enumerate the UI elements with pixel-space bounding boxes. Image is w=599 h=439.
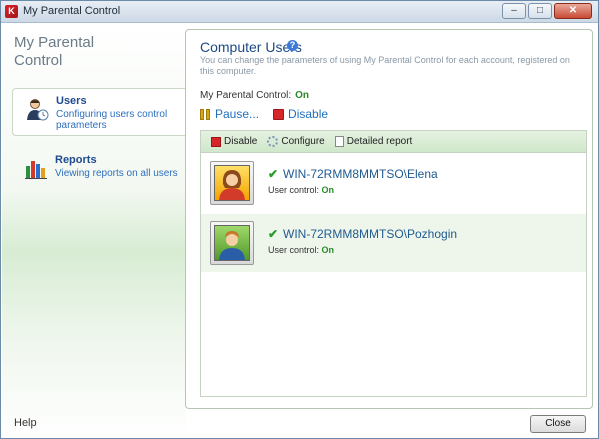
close-window-button[interactable]: ✕ — [554, 3, 592, 19]
user-name: WIN-72RMM8MMTSO\Pozhogin — [283, 227, 458, 241]
toolbar-disable-button[interactable]: Disable — [211, 136, 257, 147]
check-icon: ✔ — [268, 167, 279, 181]
status-value: On — [295, 90, 310, 101]
user-control-status: User control: On — [268, 245, 334, 255]
toolbar-disable-label: Disable — [224, 136, 258, 147]
sidebar: My Parental Control Users Configuring us… — [2, 24, 186, 438]
user-control-label: User control: — [268, 245, 320, 255]
pause-button[interactable]: Pause... — [200, 107, 259, 121]
user-row[interactable]: ✔ WIN-72RMM8MMTSO\Pozhogin User control:… — [201, 214, 586, 272]
sidebar-item-label: Reports — [55, 154, 97, 166]
toolbar-report-button[interactable]: Detailed report — [334, 136, 413, 147]
check-icon: ✔ — [268, 227, 279, 241]
help-link[interactable]: Help — [14, 417, 37, 429]
window-controls: – □ ✕ — [502, 3, 592, 19]
users-toolbar: Disable Configure Detailed report — [201, 131, 586, 153]
sidebar-item-description: Configuring users control parameters — [56, 109, 168, 131]
parental-control-status: My Parental Control: On — [200, 90, 309, 101]
disable-label: Disable — [288, 107, 329, 121]
female-avatar-icon — [214, 165, 250, 201]
avatar — [210, 221, 254, 265]
main-actions: Pause... Disable — [200, 107, 328, 121]
avatar — [210, 161, 254, 205]
info-icon[interactable]: ? — [287, 40, 298, 51]
users-list-panel: Disable Configure Detailed report ✔ WIN-… — [200, 130, 587, 397]
minimize-button[interactable]: – — [502, 3, 526, 19]
pause-label: Pause... — [215, 107, 260, 121]
users-icon — [27, 99, 49, 121]
app-window: K My Parental Control – □ ✕ My Parental … — [0, 0, 599, 439]
user-row[interactable]: ✔ WIN-72RMM8MMTSO\Elena User control: On — [201, 154, 586, 212]
document-icon — [334, 136, 344, 147]
user-control-label: User control: — [268, 185, 320, 195]
sidebar-item-label: Users — [56, 95, 87, 107]
user-control-status: User control: On — [268, 185, 334, 195]
main-content: Computer Users ? You can change the para… — [185, 29, 593, 409]
disable-button[interactable]: Disable — [273, 107, 328, 121]
sidebar-item-users[interactable]: Users Configuring users control paramete… — [12, 88, 186, 136]
app-logo-icon: K — [5, 5, 18, 18]
status-label: My Parental Control: — [200, 90, 292, 101]
close-button[interactable]: Close — [530, 415, 586, 433]
reports-chart-icon — [25, 161, 47, 179]
toolbar-configure-button[interactable]: Configure — [267, 136, 325, 147]
sidebar-title: My Parental Control — [14, 34, 95, 69]
page-description: You can change the parameters of using M… — [200, 55, 570, 76]
user-control-value: On — [321, 245, 335, 255]
close-button-label: Close — [545, 418, 571, 429]
user-name: WIN-72RMM8MMTSO\Elena — [283, 167, 438, 181]
stop-icon — [273, 108, 285, 120]
maximize-button[interactable]: □ — [528, 3, 552, 19]
sidebar-item-description: Viewing reports on all users — [55, 168, 178, 179]
gear-icon — [267, 136, 279, 147]
pause-icon — [200, 108, 211, 120]
window-title: My Parental Control — [23, 5, 121, 17]
toolbar-configure-label: Configure — [281, 136, 325, 147]
sidebar-item-reports[interactable]: Reports Viewing reports on all users — [12, 148, 186, 196]
toolbar-report-label: Detailed report — [346, 136, 413, 147]
male-avatar-icon — [214, 225, 250, 261]
stop-icon — [211, 136, 221, 147]
title-bar[interactable]: K My Parental Control – □ ✕ — [1, 1, 598, 23]
user-control-value: On — [321, 185, 335, 195]
